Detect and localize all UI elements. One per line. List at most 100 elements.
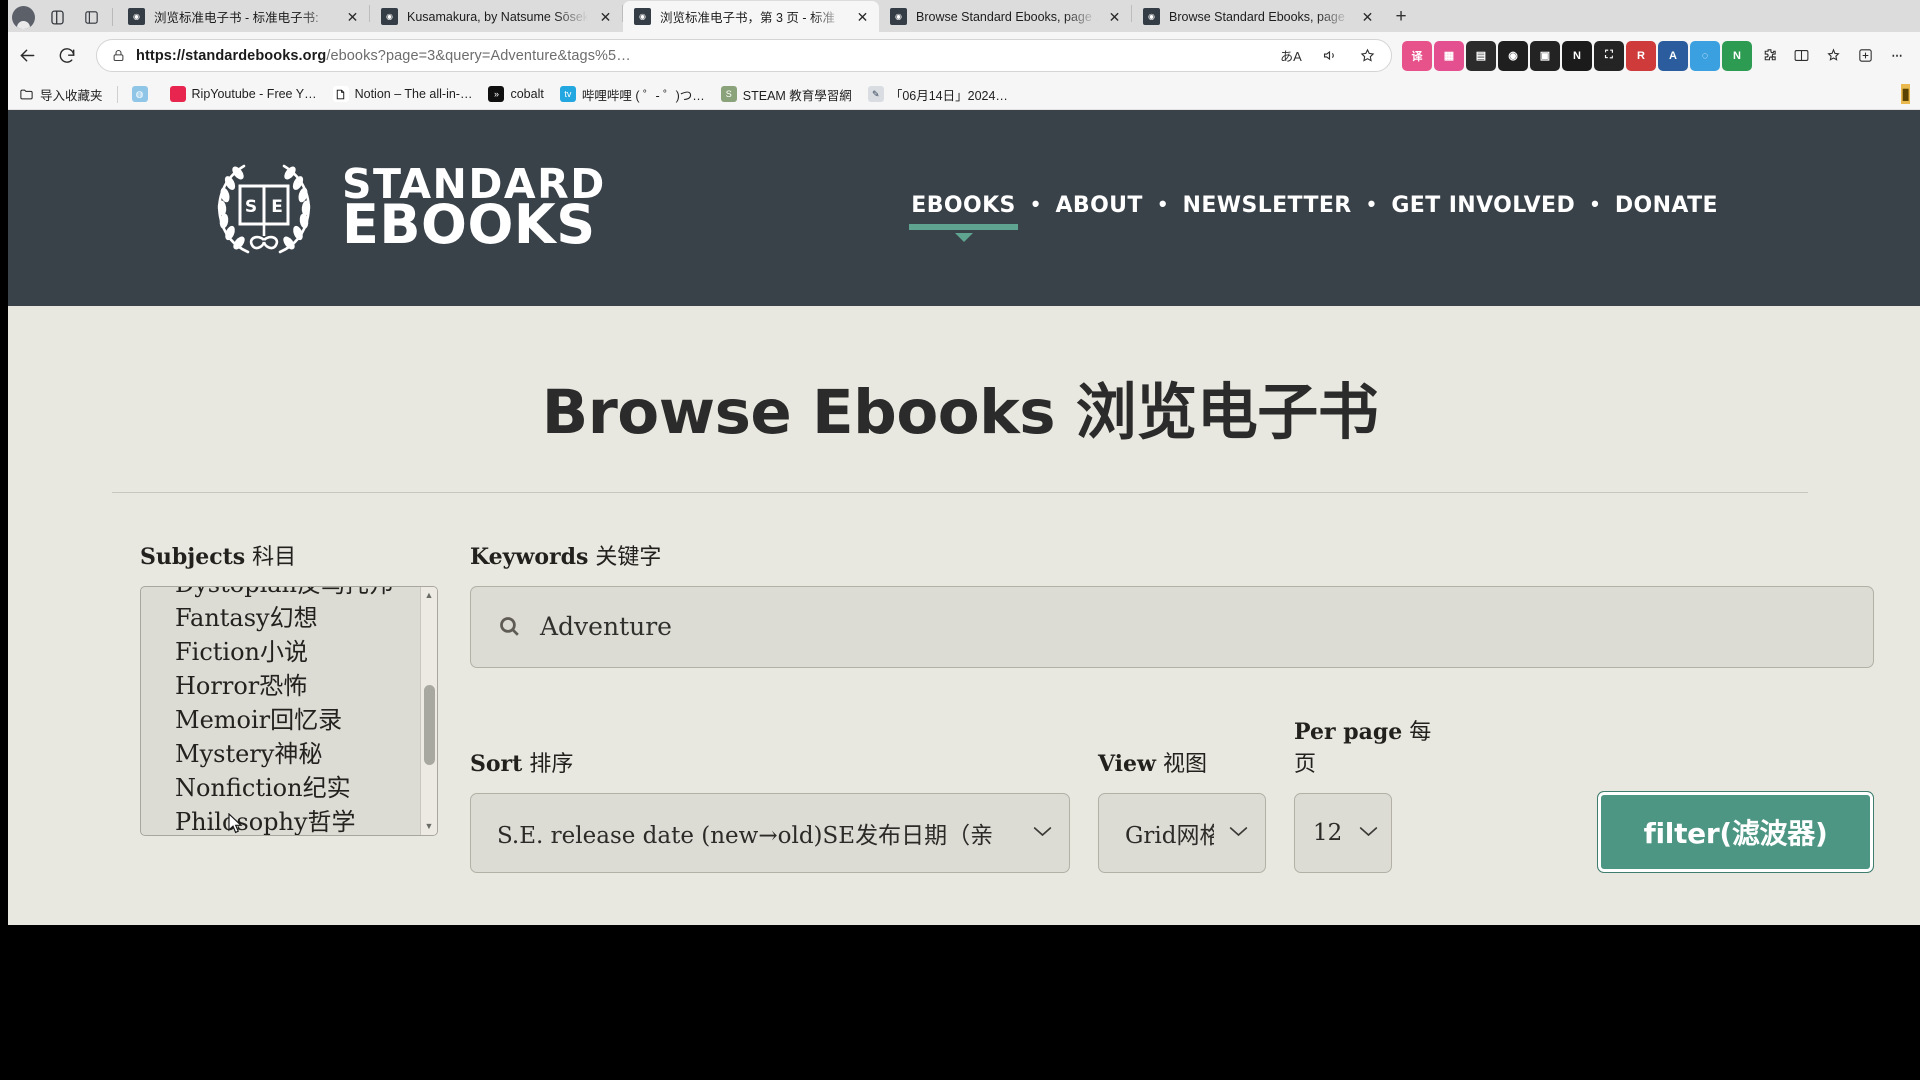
subject-option-mystery[interactable]: Mystery神秘 <box>175 737 415 771</box>
tab-search-icon[interactable] <box>40 2 74 32</box>
view-label-cn: 视图 <box>1162 751 1207 777</box>
bookmark-calendar-note[interactable]: ✎ 「06月14日」2024… <box>860 82 1016 107</box>
collections-icon[interactable] <box>1818 41 1848 71</box>
add-bookmark-icon[interactable] <box>1850 41 1880 71</box>
subject-option-horror[interactable]: Horror恐怖 <box>175 669 415 703</box>
subject-option-fantasy[interactable]: Fantasy幻想 <box>175 601 415 635</box>
notion-icon <box>332 86 349 102</box>
extension-a-blue-icon[interactable]: A <box>1658 40 1688 71</box>
tab-title: Browse Standard Ebooks, page 3 <box>1169 9 1350 24</box>
subject-option-fiction[interactable]: Fiction小说 <box>175 635 415 669</box>
browse-filter-form: Subjects 科目 Dystopian反乌托邦 Fantasy幻想 Fict… <box>0 493 1920 873</box>
nav-item-about[interactable]: ABOUT <box>1053 189 1144 228</box>
extension-notion-icon[interactable]: N <box>1562 40 1592 71</box>
browser-tab-4[interactable]: ◉ Browse Standard Ebooks, page 2 ✕ <box>879 1 1131 32</box>
browser-tab-1[interactable]: ◉ 浏览标准电子书 - 标准电子书: ✕ <box>117 1 369 32</box>
address-bar[interactable]: https://standardebooks.org/ebooks?page=3… <box>96 39 1392 72</box>
bookmark-label: 「06月14日」2024… <box>889 88 1008 103</box>
view-label: View 视图 <box>1098 746 1266 778</box>
subjects-label-en: Subjects <box>140 543 246 570</box>
star-icon[interactable] <box>1353 43 1381 69</box>
per-page-label: Per page 每页 <box>1294 714 1437 778</box>
split-screen-icon[interactable] <box>1786 41 1816 71</box>
tab-close-icon[interactable]: ✕ <box>854 8 871 25</box>
nav-item-ebooks[interactable]: EBOOKS <box>909 189 1018 242</box>
browser-tab-5[interactable]: ◉ Browse Standard Ebooks, page 3 ✕ <box>1132 1 1384 32</box>
extension-immersive-translate-icon[interactable]: 译 <box>1402 40 1432 71</box>
folder-overflow-icon[interactable]: ▮ <box>1901 84 1910 104</box>
extension-n-green-icon[interactable]: N <box>1722 40 1752 71</box>
nav-separator: • <box>1031 191 1040 216</box>
keywords-input[interactable]: Adventure <box>470 585 1874 668</box>
filter-controls-row: Sort 排序 S.E. release date (new→old)SE发布日… <box>470 714 1874 873</box>
keywords-label-en: Keywords <box>470 543 589 570</box>
tab-close-icon[interactable]: ✕ <box>597 8 614 25</box>
extension-pink-app-icon[interactable]: ▦ <box>1434 40 1464 71</box>
window-left-edge <box>0 0 8 925</box>
translate-icon[interactable]: あA <box>1277 43 1305 69</box>
read-aloud-icon[interactable] <box>1315 43 1343 69</box>
subject-option-philosophy[interactable]: Philosophy哲学 <box>175 805 415 834</box>
bookmark-notion[interactable]: Notion – The all-in-… <box>325 83 481 105</box>
tab-close-icon[interactable]: ✕ <box>1106 8 1123 25</box>
scroll-up-arrow-icon[interactable]: ▲ <box>425 587 434 604</box>
tab-close-icon[interactable]: ✕ <box>1359 8 1376 25</box>
extension-r-red-icon[interactable]: R <box>1626 40 1656 71</box>
extension-square-dark-icon[interactable]: ▣ <box>1530 40 1560 71</box>
chevron-down-icon <box>1032 823 1053 843</box>
per-page-field: Per page 每页 12 <box>1294 714 1437 873</box>
sort-selected-value: S.E. release date (new→old)SE发布日期（亲 <box>497 822 994 849</box>
bookmark-label: STEAM 教育學習網 <box>742 88 852 103</box>
vertical-tabs-icon[interactable] <box>74 2 108 32</box>
extension-puzzle-icon[interactable] <box>1754 41 1784 71</box>
back-arrow-icon[interactable] <box>8 39 46 73</box>
nav-active-caret-icon <box>954 232 973 242</box>
bookmark-globe[interactable]: ◍ <box>124 83 162 105</box>
bookmark-import-favorites[interactable]: 导入收藏夹 <box>10 82 111 107</box>
sort-label: Sort 排序 <box>470 746 1070 778</box>
subjects-listbox[interactable]: Dystopian反乌托邦 Fantasy幻想 Fiction小说 Horror… <box>140 585 438 836</box>
sort-field: Sort 排序 S.E. release date (new→old)SE发布日… <box>470 746 1070 873</box>
subject-option-clipped[interactable]: Dystopian反乌托邦 <box>175 587 415 601</box>
bookmark-cobalt[interactable]: » cobalt <box>480 83 551 105</box>
subject-option-memoir[interactable]: Memoir回忆录 <box>175 703 415 737</box>
bookmark-steam-edu[interactable]: S STEAM 教育學習網 <box>713 82 860 107</box>
subject-option-nonfiction[interactable]: Nonfiction纪实 <box>175 771 415 805</box>
site-logo[interactable]: S E STANDARD EBOOKS <box>200 152 606 264</box>
desktop-background <box>0 925 1920 1080</box>
steam-edu-icon: S <box>720 86 737 102</box>
nav-item-donate[interactable]: DONATE <box>1613 189 1720 228</box>
bilibili-icon: tv <box>559 86 576 102</box>
keywords-label-cn: 关键字 <box>595 544 662 570</box>
bookmark-bilibili[interactable]: tv 哔哩哔哩 ( ゜- ゜)つ… <box>552 82 713 107</box>
subjects-scrollbar[interactable]: ▲ ▼ <box>420 586 437 835</box>
tab-strip-divider <box>112 8 113 26</box>
browser-more-icon[interactable]: ⋯ <box>1882 41 1912 71</box>
filter-right-column: Keywords 关键字 Adventure Sort 排序 S.E. rele… <box>470 539 1920 873</box>
refresh-icon[interactable] <box>48 39 86 73</box>
per-page-select[interactable]: 12 <box>1294 792 1392 873</box>
filter-submit-button[interactable]: filter(滤波器) <box>1597 790 1874 873</box>
browser-tab-3-active[interactable]: ◉ 浏览标准电子书，第 3 页 - 标准 ✕ <box>623 1 879 32</box>
new-tab-button[interactable]: + <box>1384 2 1418 32</box>
sort-select[interactable]: S.E. release date (new→old)SE发布日期（亲 <box>470 792 1070 873</box>
view-select[interactable]: Grid网格 <box>1098 792 1266 873</box>
scroll-down-arrow-icon[interactable]: ▼ <box>425 818 434 835</box>
bookmarks-overflow[interactable]: ▮ <box>1901 84 1910 104</box>
sort-label-cn: 排序 <box>529 751 574 777</box>
profile-avatar[interactable] <box>6 2 40 32</box>
bookmark-ripyoutube[interactable]: RipYoutube - Free Y… <box>162 83 325 105</box>
extension-circle-dark-icon[interactable]: ◉ <box>1498 40 1528 71</box>
nav-item-get-involved[interactable]: GET INVOLVED <box>1389 189 1577 228</box>
extension-droplet-icon[interactable]: ◌ <box>1690 40 1720 71</box>
browser-tab-2[interactable]: ◉ Kusamakura, by Natsume Sōseki ✕ <box>370 1 622 32</box>
nav-item-newsletter[interactable]: NEWSLETTER <box>1181 189 1354 228</box>
scrollbar-thumb[interactable] <box>424 684 435 765</box>
site-header: S E STANDARD EBOOKS EBOOKS • ABOUT • NEW… <box>0 110 1920 306</box>
screen: ◉ 浏览标准电子书 - 标准电子书: ✕ ◉ Kusamakura, by Na… <box>0 0 1920 1080</box>
chevron-down-icon <box>1358 823 1379 843</box>
globe-icon: ◍ <box>131 86 148 102</box>
tab-close-icon[interactable]: ✕ <box>344 8 361 25</box>
extension-dark-grid-icon[interactable]: ▤ <box>1466 40 1496 71</box>
extension-frame-icon[interactable]: ⛶ <box>1594 40 1624 71</box>
